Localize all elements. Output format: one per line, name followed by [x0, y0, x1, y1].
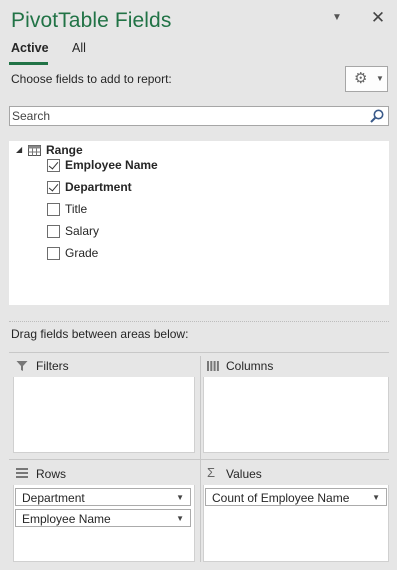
chevron-down-icon: ▼: [376, 74, 384, 83]
choose-fields-label: Choose fields to add to report:: [11, 72, 172, 86]
chevron-down-icon[interactable]: ▼: [176, 514, 184, 523]
chevron-down-icon[interactable]: ▼: [330, 10, 344, 26]
chevron-down-icon[interactable]: ▼: [372, 493, 380, 502]
pill-label: Count of Employee Name: [212, 491, 350, 505]
sigma-icon: Σ: [207, 465, 216, 480]
checkbox[interactable]: [47, 181, 60, 194]
columns-drop-area[interactable]: [203, 377, 389, 453]
active-tab-indicator: [9, 62, 48, 65]
rows-drop-area[interactable]: Department ▼ Employee Name ▼: [13, 485, 195, 562]
checkbox[interactable]: [47, 225, 60, 238]
tools-button[interactable]: ⚙ ▼: [345, 66, 388, 92]
range-label: Range: [46, 143, 83, 157]
divider: [9, 321, 389, 322]
tab-active[interactable]: Active: [11, 41, 49, 55]
field-label: Grade: [65, 246, 99, 260]
field-label: Title: [65, 202, 88, 216]
checkbox[interactable]: [47, 203, 60, 216]
search-input[interactable]: [12, 108, 362, 124]
filters-area-label: Filters: [36, 359, 69, 373]
columns-area-label: Columns: [226, 359, 274, 373]
panel-title: PivotTable Fields: [11, 9, 172, 32]
search-box[interactable]: [9, 106, 389, 126]
field-list: ◢ Range Employee Name Department Title S…: [9, 141, 389, 305]
pill-label: Employee Name: [22, 512, 111, 526]
gear-icon: ⚙: [354, 70, 368, 87]
filters-drop-area[interactable]: [13, 377, 195, 453]
rows-item-department[interactable]: Department ▼: [15, 488, 191, 506]
table-icon: [28, 145, 41, 156]
field-label: Employee Name: [65, 158, 158, 172]
collapse-triangle-icon[interactable]: ◢: [16, 145, 22, 154]
columns-icon: [207, 361, 219, 371]
pill-label: Department: [22, 491, 85, 505]
checkbox[interactable]: [47, 247, 60, 260]
field-label: Salary: [65, 224, 100, 238]
rows-area-label: Rows: [36, 467, 67, 481]
area-top-divider: [9, 352, 389, 353]
chevron-down-icon[interactable]: ▼: [176, 493, 184, 502]
rows-item-employee-name[interactable]: Employee Name ▼: [15, 509, 191, 527]
rows-icon: [16, 468, 28, 478]
values-area-label: Values: [226, 467, 262, 481]
close-icon[interactable]: ✕: [370, 9, 386, 27]
area-middle-divider: [9, 459, 389, 460]
tab-all[interactable]: All: [72, 41, 86, 55]
drag-fields-label: Drag fields between areas below:: [11, 327, 189, 341]
checkbox[interactable]: [47, 159, 60, 172]
values-item-count-employee-name[interactable]: Count of Employee Name ▼: [205, 488, 387, 506]
search-icon[interactable]: [369, 108, 385, 124]
field-label: Department: [65, 180, 132, 194]
values-drop-area[interactable]: Count of Employee Name ▼: [203, 485, 389, 562]
filter-icon: [16, 361, 28, 371]
